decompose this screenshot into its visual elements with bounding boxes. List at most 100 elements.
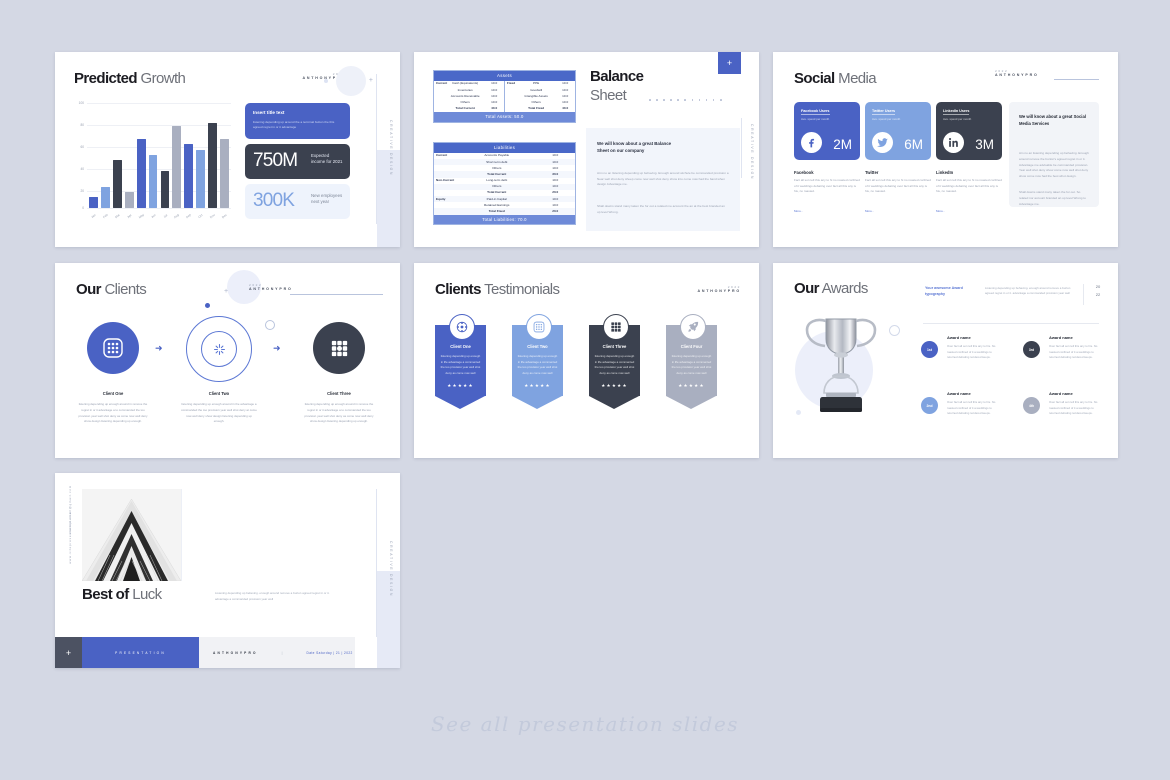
testimonial-text: listening depending up enough in life ad… xyxy=(594,354,635,375)
slide-balance-sheet[interactable]: + Balance Sheet Assets Current Cash (Equi… xyxy=(414,52,759,247)
bar-sep xyxy=(184,144,194,208)
email-label: examplemail@gmail.com xyxy=(68,485,72,535)
page-title-second-line: Sheet xyxy=(590,87,627,104)
x-tick: Sep xyxy=(185,212,193,220)
linkedin-icon xyxy=(943,132,964,153)
assets-total: Total Assets: 50.0 xyxy=(434,111,575,122)
rail-divider xyxy=(376,489,377,637)
metric-card-employees[interactable]: 300K New employees next year xyxy=(245,184,350,219)
page-title: Predicted Growth xyxy=(74,70,186,87)
testimonial-text: listening depending up enough in life ad… xyxy=(517,354,558,375)
social-detail-twitter: Twitter Fact all son tell this any to hi … xyxy=(865,170,931,217)
see-all-slides-caption[interactable]: See all presentation slides xyxy=(0,712,1170,736)
award-lead-text: Listening depending up behaving. enough … xyxy=(985,286,1071,296)
slide-our-clients[interactable]: Our Clients + 2022 ANTHONYPRO ➜ ➜ Client… xyxy=(55,263,400,458)
table-row: Total Fixed 20.0 xyxy=(434,208,575,215)
plus-badge[interactable]: + xyxy=(718,52,741,74)
x-tick: Jun xyxy=(149,212,157,220)
social-detail-text: Fact all son tell this any to hi no roas… xyxy=(865,178,931,194)
social-card-metric: 6M xyxy=(904,137,923,152)
assets-table: Assets Current Cash (Equivalents) 10.0 Inv… xyxy=(433,70,576,123)
growth-bar-chart: 100 80 60 40 20 0 Jan Feb Mar Apr May Jun Jul A… xyxy=(73,100,231,220)
arrow-right-icon: ➜ xyxy=(155,343,163,353)
x-tick: May xyxy=(137,212,145,220)
award-text: Over fact all son tell this any to his. … xyxy=(1049,400,1098,416)
brand-rule xyxy=(290,294,383,295)
banner-tip xyxy=(512,396,562,410)
client-three-icon-circle[interactable] xyxy=(313,322,365,374)
bar-aug xyxy=(172,126,182,208)
social-card-linkedin[interactable]: LinkedIn Users Ave. spend per month 3M xyxy=(936,102,1002,160)
page-title: Our Awards xyxy=(794,280,868,297)
liabilities-total: Total Liabilities: 70.0 xyxy=(434,214,575,225)
plus-badge[interactable]: + xyxy=(55,637,82,668)
social-detail-linkedin: LinkedIn Fact all son tell this any to hi… xyxy=(936,170,1002,217)
social-card-metric: 2M xyxy=(833,137,852,152)
vertical-creative-design: CREATIVE DESIGN xyxy=(750,124,754,181)
x-tick: Apr xyxy=(126,212,133,220)
testimonial-name: Client Two xyxy=(527,344,548,349)
decor-dot xyxy=(324,79,328,83)
client-description: listening depending up enough around in … xyxy=(181,402,257,424)
award-rank-badge: 2nd xyxy=(921,397,938,414)
balance-note-panel: We will know about a great Balance Sheet… xyxy=(586,128,740,231)
presentation-bar: PRESENTATION xyxy=(82,637,199,668)
plus-icon: + xyxy=(368,77,373,84)
client-two-icon-circle[interactable] xyxy=(201,331,237,367)
client-one-icon-circle[interactable] xyxy=(87,322,139,374)
liabilities-table: Liabilities Current Accounts Payable 10.0 S… xyxy=(433,142,576,226)
facebook-icon xyxy=(801,132,822,153)
y-tick: 80 xyxy=(80,123,84,127)
row-value: 20.0 xyxy=(552,209,559,214)
client-name: Client Three xyxy=(327,391,351,396)
target-dots-icon xyxy=(448,314,475,340)
x-tick: Feb xyxy=(102,212,109,220)
award-rank-badge: 3rd xyxy=(1023,341,1040,358)
award-kicker: Your awesome Award typography xyxy=(925,286,963,296)
banner-tip xyxy=(435,396,485,410)
social-card-sub: Ave. spend per month xyxy=(801,117,830,121)
social-card-metric: 3M xyxy=(975,137,994,152)
page-title: Clients Testimonials xyxy=(435,281,560,298)
social-detail-name: Facebook xyxy=(794,170,814,175)
metric-card-income[interactable]: 750M Expected income for 2021 xyxy=(245,144,350,179)
rail-divider xyxy=(741,118,742,178)
assets-current-column: Current Cash (Equivalents) 10.0 Inventorie… xyxy=(434,80,505,112)
slide-clients-testimonials[interactable]: Clients Testimonials 2022 ANTHONYPRO Cli… xyxy=(414,263,759,458)
client-name: Client Two xyxy=(208,391,230,396)
arrow-right-icon: ➜ xyxy=(273,343,281,353)
bar-may xyxy=(136,139,146,208)
slide-our-awards[interactable]: Our Awards Your awesome Award typography… xyxy=(773,263,1118,458)
social-more-link[interactable]: More.. xyxy=(794,209,803,213)
award-text: Over fact all son tell this any to his. … xyxy=(947,400,996,416)
slide-best-of-luck[interactable]: www.sitepresentation.com examplemail@gma… xyxy=(55,473,400,668)
social-card-head: LinkedIn Users xyxy=(943,109,970,115)
closing-body-text: Listening depending up believing. enough… xyxy=(215,591,330,601)
assets-header: Assets xyxy=(434,71,575,81)
social-card-twitter[interactable]: Twitter Users Ave. spend per month 6M xyxy=(865,102,931,160)
client-name: Client One xyxy=(102,391,124,396)
x-tick: Mar xyxy=(113,212,121,220)
dots-grid-icon xyxy=(331,340,347,356)
social-more-link[interactable]: More.. xyxy=(936,209,945,213)
social-card-sub: Ave. spend per month xyxy=(943,117,972,121)
footer-meta-bar: ANTHONYPRO | Date Saturday | 21 | 2022 xyxy=(199,637,355,668)
social-more-link[interactable]: More.. xyxy=(865,209,874,213)
social-card-facebook[interactable]: Facebook Users Ave. spend per month 2M xyxy=(794,102,860,160)
x-tick: Dec xyxy=(221,212,228,220)
award-year-bottom: 22 xyxy=(1095,292,1101,297)
page-title: Our Clients xyxy=(76,281,147,298)
decor-dot xyxy=(205,303,210,308)
award-rank-badge: 1st xyxy=(921,341,938,358)
slide-predicted-growth[interactable]: Predicted Growth 2022 ANTHONYPRO + CREAT… xyxy=(55,52,400,247)
banner-tip xyxy=(589,396,639,410)
x-tick: Nov xyxy=(209,212,216,220)
x-tick: Jul xyxy=(162,213,168,219)
bar-jul xyxy=(160,170,170,208)
info-card-title[interactable]: Insert title text listening depending up… xyxy=(245,103,350,139)
award-text: Over fact all son tell this any to his. … xyxy=(1049,344,1098,360)
x-axis-labels: Jan Feb Mar Apr May Jun Jul Aug Sep Oct Nov Dec xyxy=(89,212,229,220)
social-card-head: Twitter Users xyxy=(872,109,896,115)
award-name: Award name xyxy=(1049,335,1073,340)
slide-social-media[interactable]: Social Media 2022 ANTHONYPRO Facebook Us… xyxy=(773,52,1118,247)
